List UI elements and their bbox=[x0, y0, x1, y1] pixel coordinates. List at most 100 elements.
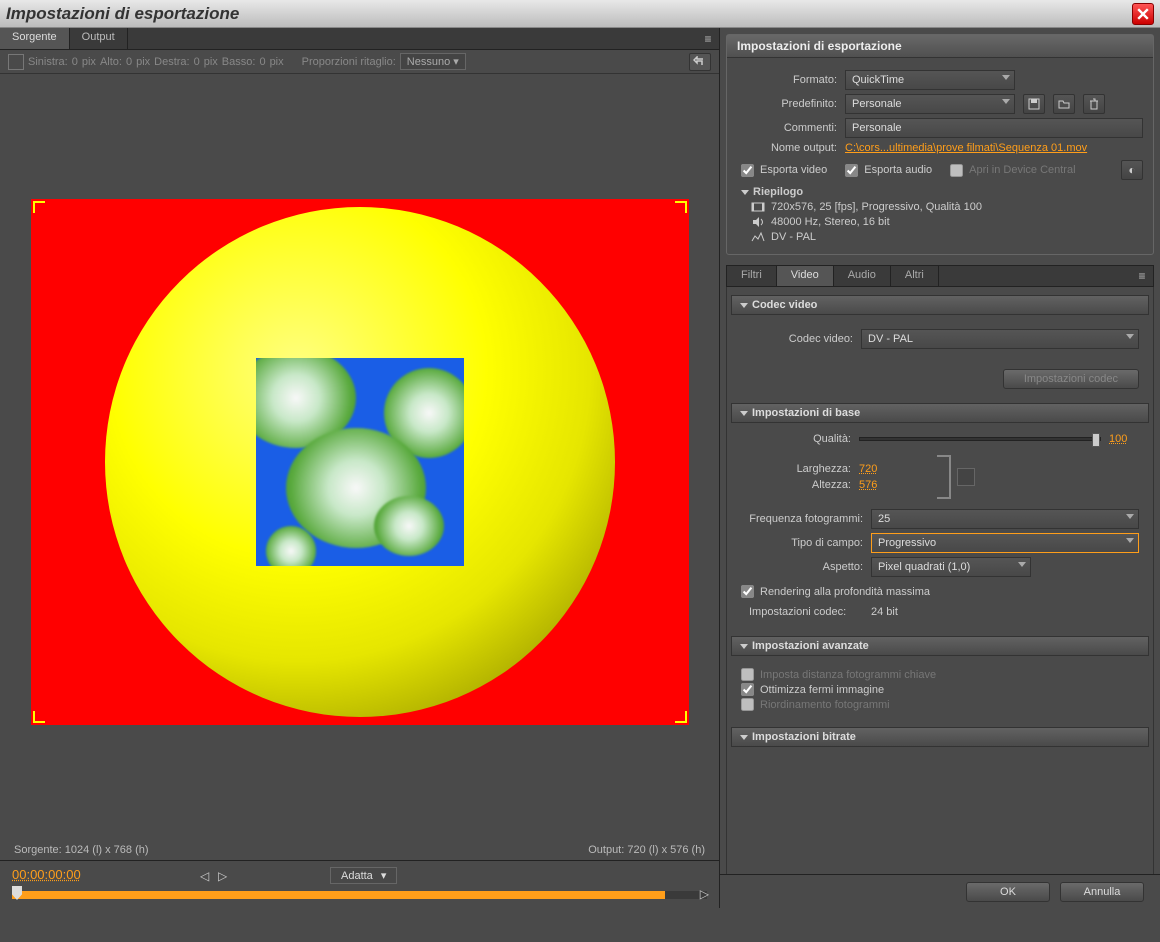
crop-left-label: Sinistra: bbox=[28, 56, 68, 68]
preset-label: Predefinito: bbox=[737, 98, 837, 110]
trash-icon bbox=[1088, 98, 1100, 110]
height-input[interactable]: 576 bbox=[859, 479, 899, 491]
timeline-end-handle[interactable]: ▷ bbox=[700, 887, 709, 901]
height-label: Altezza: bbox=[741, 479, 851, 491]
format-label: Formato: bbox=[737, 74, 837, 86]
comment-label: Commenti: bbox=[737, 122, 837, 134]
preview-canvas[interactable] bbox=[31, 199, 689, 725]
format-select[interactable]: QuickTime bbox=[845, 70, 1015, 90]
timeline: 00:00:00:00 ◁ ▷ Adatta▾ ▷ bbox=[0, 860, 719, 908]
preview-tabs: Sorgente Output ≡ bbox=[0, 28, 719, 50]
crop-icon[interactable] bbox=[8, 54, 24, 70]
link-dimensions-icon bbox=[937, 455, 951, 499]
comment-input[interactable]: Personale bbox=[845, 118, 1143, 138]
codec-icon bbox=[751, 231, 765, 243]
crop-top-label: Alto: bbox=[100, 56, 122, 68]
timecode[interactable]: 00:00:00:00 bbox=[12, 867, 81, 882]
bitrate-section-header[interactable]: Impostazioni bitrate bbox=[731, 727, 1149, 747]
dialog-footer: OK Annulla bbox=[720, 874, 1160, 908]
settings-subtabs: Filtri Video Audio Altri ≡ bbox=[726, 265, 1154, 287]
crop-ratio-label: Proporzioni ritaglio: bbox=[302, 56, 396, 68]
codec-settings-label: Impostazioni codec: bbox=[741, 606, 863, 618]
sphere-graphic bbox=[105, 207, 615, 717]
subtab-video[interactable]: Video bbox=[777, 266, 834, 286]
ok-button[interactable]: OK bbox=[966, 882, 1050, 902]
summary-codec: DV - PAL bbox=[771, 231, 816, 243]
device-central-button[interactable]: ◐ bbox=[1121, 160, 1143, 180]
quality-value[interactable]: 100 bbox=[1109, 433, 1139, 445]
earth-texture bbox=[256, 358, 464, 566]
tab-output[interactable]: Output bbox=[70, 28, 128, 49]
aspect-select[interactable]: Pixel quadrati (1,0) bbox=[871, 557, 1031, 577]
import-preset-button[interactable] bbox=[1053, 94, 1075, 114]
video-icon bbox=[751, 201, 765, 213]
cancel-button[interactable]: Annulla bbox=[1060, 882, 1144, 902]
width-input[interactable]: 720 bbox=[859, 463, 899, 475]
fps-label: Frequenza fotogrammi: bbox=[741, 513, 863, 525]
crop-ratio-select[interactable]: Nessuno ▾ bbox=[400, 53, 466, 70]
output-dimensions: Output: 720 (l) x 576 (h) bbox=[588, 844, 705, 856]
video-settings-scroll[interactable]: Codec video Codec video: DV - PAL Impost… bbox=[726, 287, 1154, 874]
crop-right-val[interactable]: 0 bbox=[194, 56, 200, 68]
timeline-track[interactable]: ▷ bbox=[12, 891, 707, 899]
export-audio-check[interactable]: Esporta audio bbox=[845, 164, 932, 177]
close-button[interactable] bbox=[1132, 3, 1154, 25]
field-label: Tipo di campo: bbox=[741, 537, 863, 549]
zoom-select[interactable]: Adatta▾ bbox=[330, 867, 397, 884]
quality-label: Qualità: bbox=[741, 433, 851, 445]
export-settings-panel: Impostazioni di esportazione Formato: Qu… bbox=[726, 34, 1154, 255]
constrain-checkbox[interactable] bbox=[957, 468, 975, 486]
codec-select[interactable]: DV - PAL bbox=[861, 329, 1139, 349]
source-dimensions: Sorgente: 1024 (l) x 768 (h) bbox=[14, 844, 149, 856]
codec-section-header[interactable]: Codec video bbox=[731, 295, 1149, 315]
undo-icon bbox=[693, 56, 707, 68]
crop-top-val[interactable]: 0 bbox=[126, 56, 132, 68]
folder-icon bbox=[1058, 98, 1070, 110]
save-icon bbox=[1028, 98, 1040, 110]
close-icon bbox=[1137, 8, 1149, 20]
summary-video: 720x576, 25 [fps], Progressivo, Qualità … bbox=[771, 201, 982, 213]
crop-right-label: Destra: bbox=[154, 56, 189, 68]
panel-menu-icon[interactable]: ≡ bbox=[697, 28, 719, 49]
titlebar: Impostazioni di esportazione bbox=[0, 0, 1160, 28]
open-device-check: Apri in Device Central bbox=[950, 164, 1075, 177]
audio-icon bbox=[751, 216, 765, 228]
reorder-check: Riordinamento fotogrammi bbox=[741, 698, 1139, 711]
fps-select[interactable]: 25 bbox=[871, 509, 1139, 529]
field-type-select[interactable]: Progressivo bbox=[871, 533, 1139, 553]
subtab-altri[interactable]: Altri bbox=[891, 266, 939, 286]
preview-area bbox=[0, 74, 719, 840]
subtab-audio[interactable]: Audio bbox=[834, 266, 891, 286]
preset-select[interactable]: Personale bbox=[845, 94, 1015, 114]
tab-sorgente[interactable]: Sorgente bbox=[0, 28, 70, 49]
export-video-check[interactable]: Esporta video bbox=[741, 164, 827, 177]
quality-slider[interactable] bbox=[859, 437, 1101, 441]
crop-left-val[interactable]: 0 bbox=[72, 56, 78, 68]
preview-status: Sorgente: 1024 (l) x 768 (h) Output: 720… bbox=[0, 840, 719, 860]
output-name-label: Nome output: bbox=[737, 142, 837, 154]
reset-crop-button[interactable] bbox=[689, 53, 711, 71]
crop-bottom-label: Basso: bbox=[222, 56, 256, 68]
codec-label: Codec video: bbox=[741, 333, 853, 345]
output-path-link[interactable]: C:\cors...ultimedia\prove filmati\Sequen… bbox=[845, 142, 1087, 154]
codec-settings-button: Impostazioni codec bbox=[1003, 369, 1139, 389]
next-frame-button[interactable]: ▷ bbox=[218, 869, 232, 883]
save-preset-button[interactable] bbox=[1023, 94, 1045, 114]
max-depth-check[interactable]: Rendering alla profondità massima bbox=[741, 585, 1139, 598]
subtab-menu-icon[interactable]: ≡ bbox=[1131, 266, 1153, 286]
delete-preset-button[interactable] bbox=[1083, 94, 1105, 114]
width-label: Larghezza: bbox=[741, 463, 851, 475]
window-title: Impostazioni di esportazione bbox=[6, 4, 239, 24]
crop-toolbar: Sinistra: 0 pix Alto: 0 pix Destra: 0 pi… bbox=[0, 50, 719, 74]
basic-section-header[interactable]: Impostazioni di base bbox=[731, 403, 1149, 423]
subtab-filtri[interactable]: Filtri bbox=[727, 266, 777, 286]
advanced-section-header[interactable]: Impostazioni avanzate bbox=[731, 636, 1149, 656]
crop-bottom-val[interactable]: 0 bbox=[259, 56, 265, 68]
optimize-check[interactable]: Ottimizza fermi immagine bbox=[741, 683, 1139, 696]
codec-settings-value: 24 bit bbox=[871, 606, 898, 618]
summary-audio: 48000 Hz, Stereo, 16 bit bbox=[771, 216, 890, 228]
aspect-label: Aspetto: bbox=[741, 561, 863, 573]
summary-header[interactable]: Riepilogo bbox=[741, 186, 1143, 198]
prev-frame-button[interactable]: ◁ bbox=[200, 869, 214, 883]
keyframe-check: Imposta distanza fotogrammi chiave bbox=[741, 668, 1139, 681]
